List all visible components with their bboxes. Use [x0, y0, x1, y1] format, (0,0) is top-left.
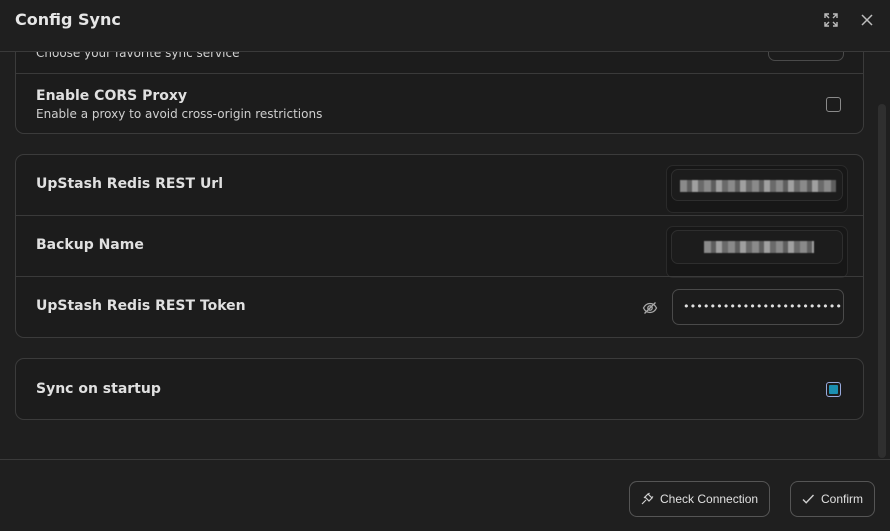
modal-content: Choose your favorite sync service Enable… — [0, 52, 890, 458]
sync-service-select[interactable] — [768, 52, 844, 61]
cors-proxy-desc: Enable a proxy to avoid cross-origin res… — [36, 107, 323, 121]
upstash-token-input[interactable]: ••••••••••••••••••••••••••••••• — [672, 289, 844, 325]
backup-name-label: Backup Name — [36, 237, 144, 253]
close-icon[interactable] — [859, 12, 875, 28]
scrollbar[interactable] — [878, 104, 886, 458]
check-connection-label: Check Connection — [660, 492, 759, 506]
modal-header: Config Sync — [0, 0, 890, 52]
divider — [16, 276, 863, 277]
modal-footer: Check Connection Confirm — [0, 459, 890, 531]
divider — [16, 73, 863, 74]
cors-proxy-checkbox[interactable] — [826, 97, 841, 112]
maximize-icon[interactable] — [823, 12, 839, 28]
config-sync-modal: Config Sync Choose your favorite sync se… — [0, 0, 890, 531]
divider — [16, 215, 863, 216]
upstash-card: UpStash Redis REST Url Backup Name UpSta… — [15, 154, 864, 338]
eye-off-icon[interactable] — [642, 300, 658, 316]
sync-service-desc: Choose your favorite sync service — [36, 52, 240, 60]
check-connection-button[interactable]: Check Connection — [629, 481, 770, 517]
startup-card: Sync on startup — [15, 358, 864, 420]
confirm-label: Confirm — [821, 492, 864, 506]
backup-name-input[interactable] — [671, 230, 843, 264]
redacted-value — [704, 241, 814, 253]
upstash-url-input[interactable] — [671, 169, 843, 201]
upstash-token-label: UpStash Redis REST Token — [36, 298, 246, 314]
modal-title: Config Sync — [15, 10, 121, 29]
confirm-button[interactable]: Confirm — [790, 481, 875, 517]
plug-icon — [640, 492, 654, 506]
sync-on-startup-checkbox[interactable] — [826, 382, 841, 397]
checkmark-icon — [801, 492, 815, 506]
redacted-value — [680, 180, 836, 192]
cors-proxy-title: Enable CORS Proxy — [36, 88, 188, 104]
upstash-url-label: UpStash Redis REST Url — [36, 176, 224, 192]
provider-card: Choose your favorite sync service Enable… — [15, 52, 864, 134]
sync-on-startup-label: Sync on startup — [36, 381, 161, 397]
